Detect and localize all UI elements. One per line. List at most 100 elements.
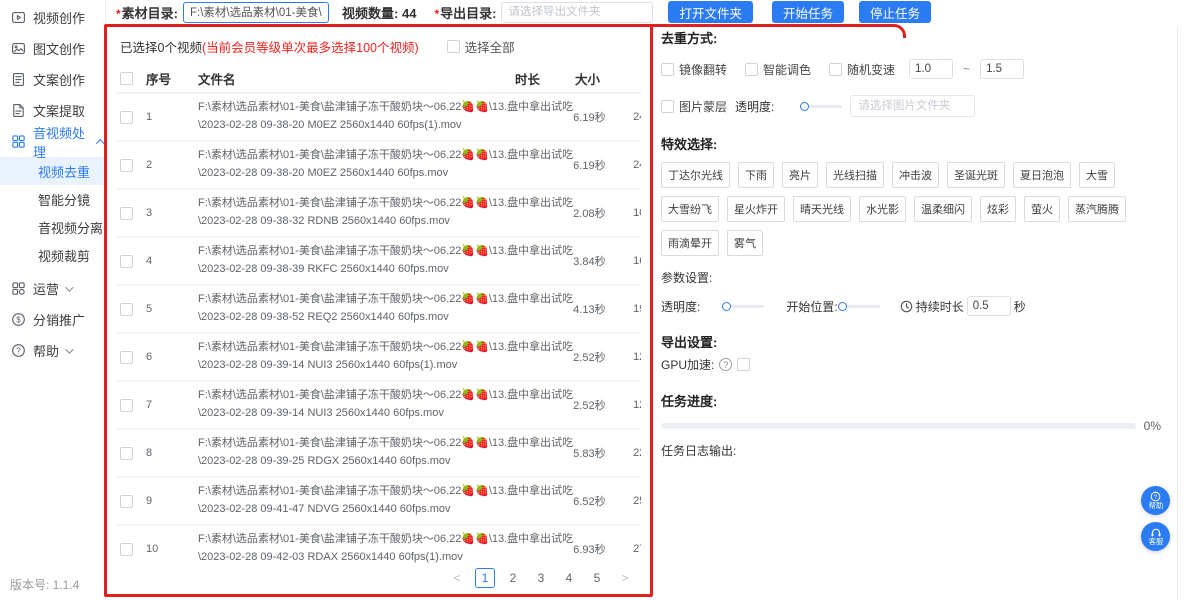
- sidebar-item-help[interactable]: ? 帮助: [0, 335, 105, 366]
- effect-button[interactable]: 丁达尔光线: [661, 162, 730, 188]
- row-checkbox[interactable]: [120, 255, 133, 268]
- sidebar-item-distribution[interactable]: $ 分销推广: [0, 304, 105, 335]
- option-label: 智能调色: [763, 61, 811, 78]
- effect-button[interactable]: 圣诞光斑: [947, 162, 1005, 188]
- sidebar-subitem-video-crop[interactable]: 视频裁剪: [0, 241, 105, 269]
- header-checkbox[interactable]: [120, 72, 133, 85]
- page-button-1[interactable]: 1: [475, 568, 495, 588]
- col-filename: 文件名: [198, 69, 515, 88]
- effect-button[interactable]: 萤火: [1024, 196, 1060, 222]
- sidebar-subitem-smart-storyboard[interactable]: 智能分镜: [0, 185, 105, 213]
- slider-handle[interactable]: [722, 302, 731, 311]
- effect-button[interactable]: 亮片: [782, 162, 818, 188]
- selected-count-text: 已选择0个视频: [120, 37, 202, 56]
- effect-button[interactable]: 冲击波: [892, 162, 939, 188]
- select-all-checkbox[interactable]: [447, 40, 460, 53]
- row-checkbox[interactable]: [120, 351, 133, 364]
- effect-button[interactable]: 光线扫描: [826, 162, 884, 188]
- gpu-checkbox[interactable]: [737, 358, 750, 371]
- sidebar-subitem-video-dedup[interactable]: 视频去重: [0, 157, 105, 185]
- slider-handle[interactable]: [800, 102, 809, 111]
- effect-button[interactable]: 大雪纷飞: [661, 196, 719, 222]
- sidebar-item-video-create[interactable]: 视频创作: [0, 2, 105, 33]
- help-float-button[interactable]: ? 帮助: [1141, 486, 1170, 515]
- next-page-button[interactable]: >: [615, 568, 635, 588]
- sidebar-item-label: 图文创作: [33, 39, 85, 58]
- row-duration: 3.84秒: [573, 253, 633, 269]
- param-start-label: 开始位置:: [786, 298, 837, 315]
- export-dir-label: *导出目录:: [434, 3, 496, 22]
- row-checkbox[interactable]: [120, 543, 133, 556]
- sidebar-item-label: 视频创作: [33, 8, 85, 27]
- sidebar-item-operations[interactable]: 运营: [0, 273, 105, 304]
- page-button-5[interactable]: 5: [587, 568, 607, 588]
- row-duration: 5.83秒: [573, 445, 633, 461]
- effect-button[interactable]: 下雨: [738, 162, 774, 188]
- row-filename: F:\素材\选品素材\01-美食\盐津铺子冻干酸奶块～06.22🍓🍓\13.盘中…: [198, 99, 573, 134]
- table-row: 9 F:\素材\选品素材\01-美食\盐津铺子冻干酸奶块～06.22🍓🍓\13.…: [116, 478, 641, 526]
- row-filename: F:\素材\选品素材\01-美食\盐津铺子冻干酸奶块～06.22🍓🍓\13.盘中…: [198, 243, 573, 278]
- row-checkbox[interactable]: [120, 159, 133, 172]
- page-button-4[interactable]: 4: [559, 568, 579, 588]
- speed-min-input[interactable]: [909, 59, 953, 79]
- effect-button[interactable]: 温柔细闪: [914, 196, 972, 222]
- effect-button[interactable]: 夏日泡泡: [1013, 162, 1071, 188]
- speed-tilde: ~: [963, 62, 970, 76]
- sidebar-item-text-extract[interactable]: 文案提取: [0, 95, 105, 126]
- material-dir-label: *素材目录:: [116, 3, 178, 22]
- mask-folder-input[interactable]: [850, 95, 975, 117]
- customer-service-float-button[interactable]: 客服: [1141, 522, 1170, 551]
- effect-button[interactable]: 蒸汽腾腾: [1068, 196, 1126, 222]
- sidebar-subitem-av-separation[interactable]: 音视频分离: [0, 213, 105, 241]
- row-filename: F:\素材\选品素材\01-美食\盐津铺子冻干酸奶块～06.22🍓🍓\13.盘中…: [198, 147, 573, 182]
- prev-page-button[interactable]: <: [447, 568, 467, 588]
- svg-text:?: ?: [16, 346, 21, 355]
- row-checkbox[interactable]: [120, 303, 133, 316]
- effect-button[interactable]: 炫彩: [980, 196, 1016, 222]
- random-speed-checkbox[interactable]: [829, 63, 842, 76]
- export-dir-input[interactable]: [501, 2, 653, 23]
- clock-icon: [900, 300, 913, 313]
- effect-button[interactable]: 雾气: [727, 230, 763, 256]
- image-mask-checkbox[interactable]: [661, 100, 674, 113]
- effect-button[interactable]: 晴天光线: [793, 196, 851, 222]
- material-dir-input[interactable]: [183, 2, 329, 23]
- speed-max-input[interactable]: [980, 59, 1024, 79]
- page-button-2[interactable]: 2: [503, 568, 523, 588]
- table-row: 8 F:\素材\选品素材\01-美食\盐津铺子冻干酸奶块～06.22🍓🍓\13.…: [116, 430, 641, 478]
- selection-summary: 已选择0个视频(当前会员等级单次最多选择100个视频) 选择全部: [120, 37, 639, 56]
- effect-button[interactable]: 大雪: [1079, 162, 1115, 188]
- start-task-button[interactable]: 开始任务: [772, 1, 844, 23]
- row-checkbox[interactable]: [120, 447, 133, 460]
- mirror-flip-checkbox[interactable]: [661, 63, 674, 76]
- page-button-3[interactable]: 3: [531, 568, 551, 588]
- question-circle-icon: ?: [1150, 491, 1161, 502]
- table-row: 10 F:\素材\选品素材\01-美食\盐津铺子冻干酸奶块～06.22🍓🍓\13…: [116, 526, 641, 564]
- dedup-section-title: 去重方式:: [661, 28, 1173, 47]
- sidebar-item-copywriting[interactable]: 文案创作: [0, 64, 105, 95]
- sidebar-item-av-processing[interactable]: 音视频处理: [0, 126, 105, 157]
- row-checkbox[interactable]: [120, 207, 133, 220]
- effect-button[interactable]: 雨滴晕开: [661, 230, 719, 256]
- progress-bar: [661, 423, 1136, 429]
- open-folder-button[interactable]: 打开文件夹: [668, 1, 753, 23]
- row-checkbox[interactable]: [120, 111, 133, 124]
- row-filename: F:\素材\选品素材\01-美食\盐津铺子冻干酸奶块～06.22🍓🍓\13.盘中…: [198, 195, 573, 230]
- smart-color-checkbox[interactable]: [745, 63, 758, 76]
- param-start-slider: [838, 302, 880, 311]
- row-checkbox[interactable]: [120, 495, 133, 508]
- sidebar-item-image-text[interactable]: 图文创作: [0, 33, 105, 64]
- gpu-help-icon[interactable]: ?: [719, 358, 732, 371]
- sidebar-item-label: 运营: [33, 279, 59, 298]
- panel-divider: [1177, 26, 1178, 600]
- row-checkbox[interactable]: [120, 399, 133, 412]
- slider-handle[interactable]: [838, 302, 847, 311]
- stop-task-button[interactable]: 停止任务: [859, 1, 931, 23]
- table-body: 1 F:\素材\选品素材\01-美食\盐津铺子冻干酸奶块～06.22🍓🍓\13.…: [116, 94, 641, 564]
- effect-button[interactable]: 星火炸开: [727, 196, 785, 222]
- row-filename: F:\素材\选品素材\01-美食\盐津铺子冻干酸奶块～06.22🍓🍓\13.盘中…: [198, 435, 573, 470]
- version-label: 版本号: 1.1.4: [10, 576, 79, 593]
- row-size: 22.60M: [633, 447, 641, 459]
- duration-input[interactable]: [967, 296, 1011, 316]
- effect-button[interactable]: 水光影: [859, 196, 906, 222]
